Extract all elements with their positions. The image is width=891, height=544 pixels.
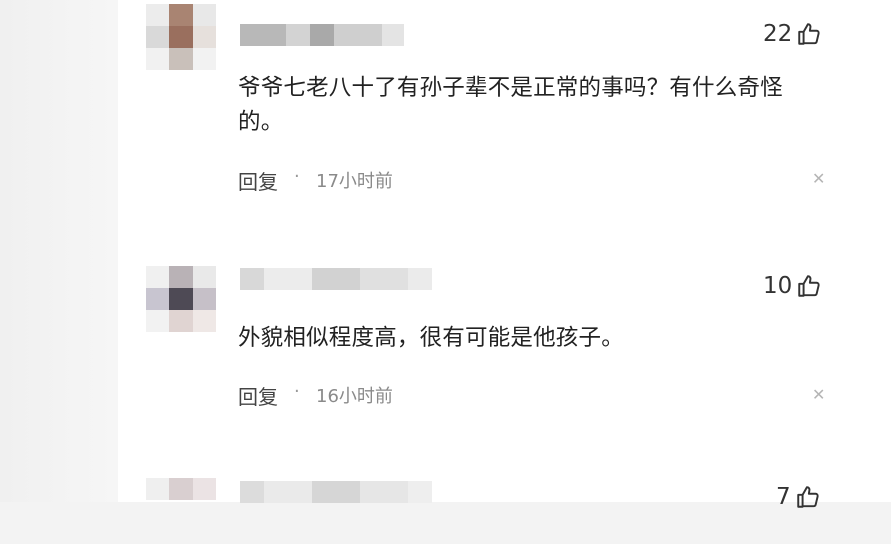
- comment-time: 17小时前: [316, 171, 393, 192]
- comment-time: 16小时前: [316, 386, 393, 407]
- separator-dot: ·: [294, 381, 300, 402]
- like-button[interactable]: 22: [763, 21, 822, 47]
- like-button[interactable]: 7: [776, 484, 821, 510]
- like-count: 10: [763, 273, 793, 299]
- close-icon[interactable]: ✕: [812, 169, 825, 188]
- username-blurred[interactable]: [240, 24, 404, 46]
- thumbs-up-icon: [798, 275, 820, 297]
- reply-button[interactable]: 回复: [238, 166, 278, 195]
- username-blurred[interactable]: [240, 268, 432, 290]
- comment-text: 爷爷七老八十了有孙子辈不是正常的事吗？有什么奇怪的。: [238, 75, 783, 135]
- like-button[interactable]: 10: [763, 273, 822, 299]
- username-blurred[interactable]: [240, 481, 432, 503]
- close-icon[interactable]: ✕: [812, 385, 825, 404]
- avatar[interactable]: [146, 478, 216, 544]
- comment-text: 外貌相似程度高，很有可能是他孩子。: [238, 325, 624, 351]
- thumbs-up-icon: [796, 486, 819, 508]
- avatar[interactable]: [146, 4, 216, 70]
- separator-dot: ·: [294, 166, 300, 187]
- avatar[interactable]: [146, 266, 216, 332]
- thumbs-up-icon: [798, 23, 820, 45]
- like-count: 22: [763, 21, 793, 47]
- left-margin: [0, 0, 118, 502]
- like-count: 7: [776, 484, 791, 510]
- reply-button[interactable]: 回复: [238, 381, 278, 410]
